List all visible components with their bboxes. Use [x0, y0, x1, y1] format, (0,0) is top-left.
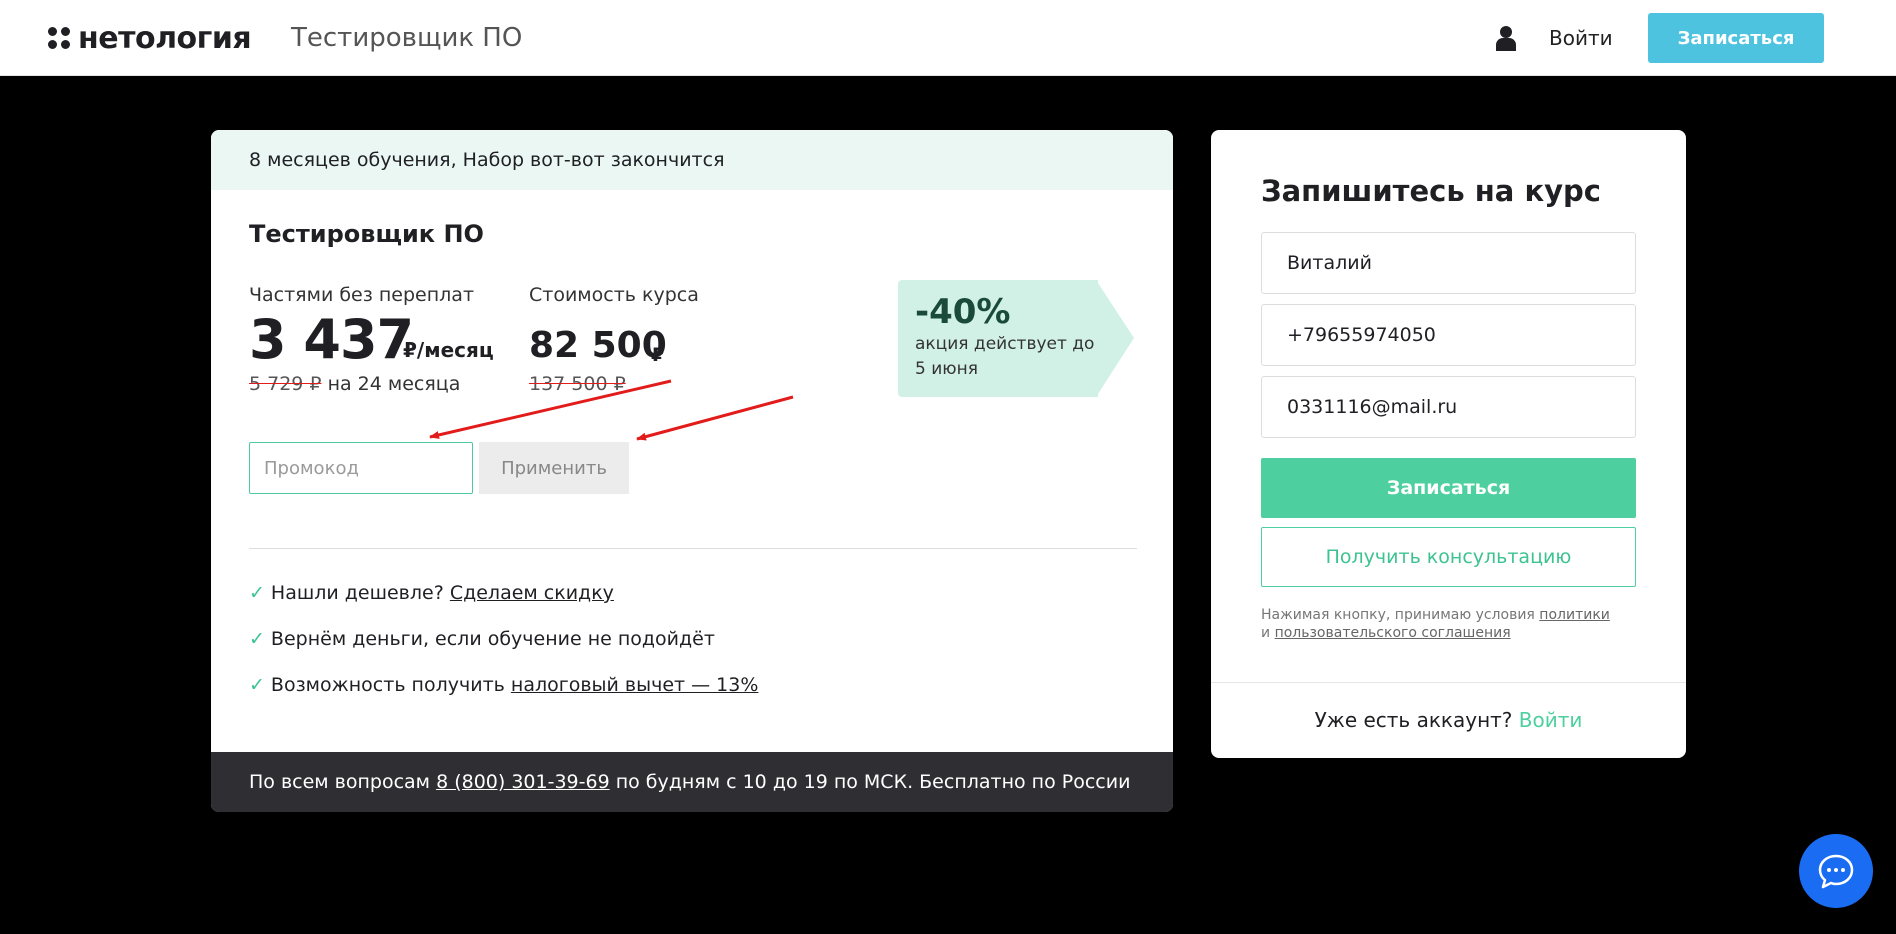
- perk-text: Вернём деньги, если обучение не подойдёт: [270, 628, 715, 650]
- apply-promo-button[interactable]: Применить: [479, 442, 629, 494]
- signup-form-card: Запишитесь на курс Записаться Получить к…: [1211, 130, 1686, 758]
- user-agreement-link[interactable]: пользовательского соглашения: [1275, 625, 1511, 641]
- installment-term: на 24 месяца: [327, 373, 461, 395]
- discount-badge-arrow: [1096, 280, 1134, 397]
- cost-label: Стоимость курса: [529, 284, 699, 306]
- form-login-link[interactable]: Войти: [1519, 708, 1583, 732]
- terms-prefix: Нажимая кнопку, принимаю условия: [1261, 607, 1535, 623]
- contact-phone-link[interactable]: 8 (800) 301-39-69: [436, 771, 610, 793]
- cost-old-price: 137 500 ₽: [529, 373, 626, 395]
- logo-text: нетология: [78, 20, 252, 56]
- perk-item: ✓ Нашли дешевле? Сделаем скидку: [249, 582, 614, 604]
- perk-text: Нашли дешевле?: [270, 582, 444, 604]
- top-navigation-bar: нетология Тестировщик ПО Войти Записатьс…: [0, 0, 1896, 76]
- existing-account-line: Уже есть аккаунт? Войти: [1211, 708, 1686, 732]
- checkmark-icon: ✓: [249, 674, 265, 696]
- contact-footer: По всем вопросам 8 (800) 301-39-69 по бу…: [211, 752, 1173, 812]
- divider: [249, 548, 1137, 549]
- logo[interactable]: нетология: [48, 20, 252, 56]
- account-question: Уже есть аккаунт?: [1314, 708, 1513, 732]
- contact-prefix: По всем вопросам: [249, 771, 431, 793]
- course-title: Тестировщик ПО: [249, 220, 484, 248]
- cost-price: 82 500: [529, 325, 667, 366]
- installment-unit: ₽/месяц: [403, 338, 494, 362]
- discount-description: акция действует до 5 июня: [915, 334, 1095, 379]
- checkmark-icon: ✓: [249, 628, 265, 650]
- submit-signup-button[interactable]: Записаться: [1261, 458, 1636, 518]
- installment-old-price: 5 729 ₽: [249, 373, 322, 395]
- installment-price: 3 437: [249, 308, 414, 371]
- form-title: Запишитесь на курс: [1261, 174, 1601, 208]
- consultation-button[interactable]: Получить консультацию: [1261, 527, 1636, 587]
- phone-field[interactable]: [1261, 304, 1636, 366]
- tax-deduction-link[interactable]: налоговый вычет — 13%: [511, 674, 759, 696]
- logo-icon: [48, 27, 70, 49]
- discount-link[interactable]: Сделаем скидку: [450, 582, 614, 604]
- chat-widget-button[interactable]: [1799, 834, 1873, 908]
- user-icon[interactable]: [1494, 25, 1518, 51]
- divider: [1211, 682, 1686, 683]
- contact-suffix: по будням с 10 до 19 по МСК. Бесплатно п…: [615, 771, 1131, 793]
- chat-icon: [1818, 854, 1854, 889]
- discount-percent: -40%: [915, 292, 1011, 332]
- terms-notice: Нажимая кнопку, принимаю условия политик…: [1261, 606, 1641, 642]
- header-course-title: Тестировщик ПО: [291, 23, 523, 53]
- perk-text: Возможность получить: [270, 674, 505, 696]
- checkmark-icon: ✓: [249, 582, 265, 604]
- course-price-card: 8 месяцев обучения, Набор вот-вот законч…: [211, 130, 1173, 812]
- cost-currency: ₽: [651, 344, 665, 366]
- installment-label: Частями без переплат: [249, 284, 475, 306]
- terms-and: и: [1261, 625, 1271, 641]
- installment-old-price-line: 5 729 ₽ на 24 месяца: [249, 373, 460, 395]
- promo-code-input[interactable]: [249, 442, 473, 494]
- header-signup-button[interactable]: Записаться: [1648, 13, 1824, 63]
- email-field[interactable]: [1261, 376, 1636, 438]
- name-field[interactable]: [1261, 232, 1636, 294]
- perk-item: ✓ Возможность получить налоговый вычет — …: [249, 674, 758, 696]
- header-login-link[interactable]: Войти: [1549, 24, 1613, 52]
- discount-badge: -40% акция действует до 5 июня: [898, 280, 1134, 397]
- privacy-policy-link[interactable]: политики: [1539, 607, 1610, 623]
- perk-item: ✓ Вернём деньги, если обучение не подойдё…: [249, 628, 715, 650]
- course-duration-banner: 8 месяцев обучения, Набор вот-вот законч…: [211, 130, 1173, 190]
